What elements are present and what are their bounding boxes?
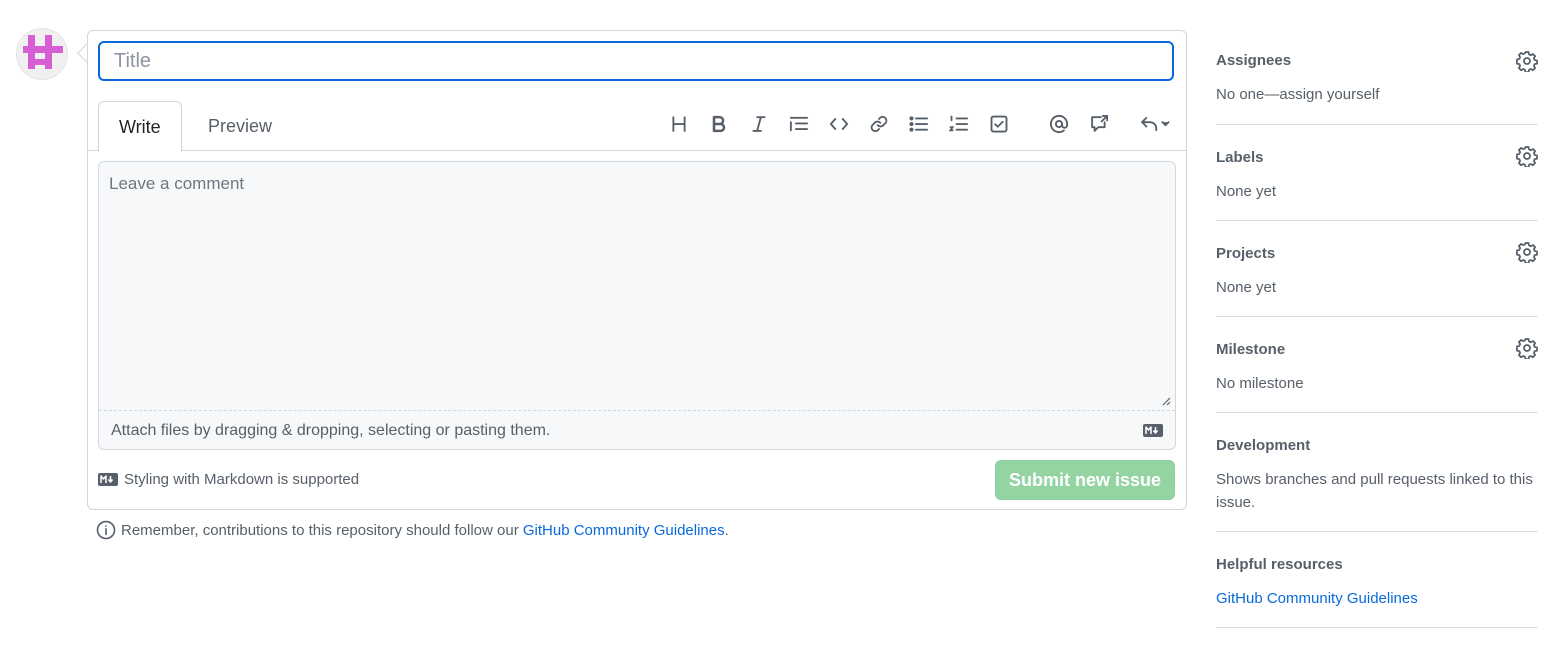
bold-icon[interactable] [703,108,735,140]
markdown-support-note[interactable]: Styling with Markdown is supported [98,471,359,488]
sidebar-helpful-resources: Helpful resources GitHub Community Guide… [1216,532,1538,628]
code-icon[interactable] [823,108,855,140]
labels-value: None yet [1216,183,1277,200]
heading-icon[interactable] [663,108,695,140]
saved-replies-icon[interactable] [1133,108,1177,140]
new-issue-form: Write Preview [87,30,1187,510]
milestone-value: No milestone [1216,375,1304,392]
projects-gear-icon[interactable] [1516,241,1538,263]
submit-new-issue-button[interactable]: Submit new issue [995,460,1175,500]
reference-icon[interactable] [1083,108,1115,140]
italic-icon[interactable] [743,108,775,140]
comment-box: Attach files by dragging & dropping, sel… [98,161,1176,450]
milestone-gear-icon[interactable] [1516,337,1538,359]
development-value: Shows branches and pull requests linked … [1216,471,1533,511]
development-heading: Development [1216,437,1311,454]
assignees-heading[interactable]: Assignees [1216,52,1538,69]
labels-heading[interactable]: Labels [1216,149,1538,166]
task-list-icon[interactable] [983,108,1015,140]
numbered-list-icon[interactable] [943,108,975,140]
avatar[interactable] [16,28,68,80]
markdown-icon [1143,424,1163,437]
bulleted-list-icon[interactable] [903,108,935,140]
resize-grip-icon[interactable] [1161,396,1171,406]
guideline-end: . [724,521,729,539]
labels-gear-icon[interactable] [1516,145,1538,167]
milestone-heading[interactable]: Milestone [1216,341,1538,358]
assignees-gear-icon[interactable] [1516,50,1538,72]
helpful-resources-heading: Helpful resources [1216,556,1343,573]
comment-textarea[interactable] [99,162,1175,410]
title-input[interactable] [98,41,1174,81]
sidebar-projects: Projects None yet [1216,221,1538,317]
quote-icon[interactable] [783,108,815,140]
assignees-value[interactable]: No one—assign yourself [1216,83,1538,106]
sidebar-labels: Labels None yet [1216,125,1538,221]
sidebar-milestone: Milestone No milestone [1216,317,1538,413]
markdown-support-text: Styling with Markdown is supported [124,471,360,488]
link-icon[interactable] [863,108,895,140]
info-icon [96,520,116,540]
guideline-note: Remember, contributions to this reposito… [96,520,729,540]
attach-files-bar[interactable]: Attach files by dragging & dropping, sel… [99,410,1175,450]
guideline-text: Remember, contributions to this reposito… [121,521,519,539]
issue-sidebar: Assignees No one—assign yourself Labels … [1216,30,1538,628]
helpful-community-guidelines-link[interactable]: GitHub Community Guidelines [1216,590,1418,607]
mention-icon[interactable] [1043,108,1075,140]
attach-files-hint: Attach files by dragging & dropping, sel… [111,422,551,439]
markdown-icon [98,473,118,486]
sidebar-development: Development Shows branches and pull requ… [1216,413,1538,532]
projects-heading[interactable]: Projects [1216,245,1538,262]
markdown-toolbar [88,108,1186,144]
community-guidelines-link[interactable]: GitHub Community Guidelines [523,522,725,539]
projects-value: None yet [1216,279,1277,296]
sidebar-assignees: Assignees No one—assign yourself [1216,30,1538,125]
